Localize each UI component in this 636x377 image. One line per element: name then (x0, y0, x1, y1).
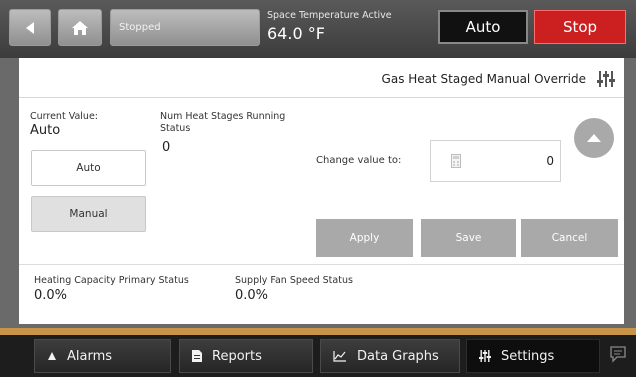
home-icon (72, 20, 88, 35)
unit-status-indicator[interactable]: Stopped (110, 9, 260, 46)
nav-tab-data-graphs[interactable]: Data Graphs (320, 339, 460, 373)
current-value-label: Current Value: (30, 111, 98, 122)
alarm-bell-icon (48, 352, 56, 360)
num-heat-stages-label: Num Heat Stages Running Status (160, 111, 285, 135)
chat-bubble-icon[interactable] (609, 345, 627, 363)
heating-capacity-label: Heating Capacity Primary Status (34, 275, 189, 286)
num-heat-stages-label-line1: Num Heat Stages Running (160, 111, 286, 122)
chart-icon (333, 351, 346, 362)
space-temperature-label: Space Temperature Active (267, 10, 392, 21)
calculator-icon[interactable] (451, 154, 461, 168)
heating-capacity-value: 0.0% (34, 288, 68, 303)
change-value-text: 0 (546, 154, 554, 168)
cancel-button[interactable]: Cancel (521, 219, 618, 257)
save-button[interactable]: Save (421, 219, 516, 257)
nav-tab-settings-label: Settings (501, 348, 555, 364)
accent-strip (0, 328, 636, 335)
nav-tab-alarms[interactable]: Alarms (34, 339, 171, 373)
num-heat-stages-label-line2: Status (160, 123, 191, 134)
chevron-up-icon (587, 134, 601, 142)
current-value: Auto (30, 123, 61, 138)
increment-button[interactable] (574, 118, 614, 158)
num-heat-stages-value: 0 (162, 140, 171, 155)
back-button[interactable] (9, 9, 51, 46)
stop-button[interactable]: Stop (534, 10, 626, 44)
home-button[interactable] (58, 9, 102, 46)
section-divider (19, 264, 624, 265)
back-arrow-icon (26, 21, 34, 34)
auto-button[interactable]: Auto (31, 150, 146, 186)
override-panel: Gas Heat Staged Manual Override Current … (19, 58, 624, 324)
manual-button[interactable]: Manual (31, 196, 146, 232)
nav-tab-alarms-label: Alarms (67, 348, 113, 364)
page-title: Gas Heat Staged Manual Override (381, 72, 586, 86)
nav-tab-settings[interactable]: Settings (466, 339, 600, 373)
nav-tab-data-graphs-label: Data Graphs (357, 348, 439, 364)
unit-status-text: Stopped (119, 22, 161, 33)
apply-button[interactable]: Apply (316, 219, 413, 257)
sliders-icon (479, 350, 491, 362)
supply-fan-label: Supply Fan Speed Status (235, 275, 353, 286)
panel-header: Gas Heat Staged Manual Override (19, 58, 624, 98)
top-bar: Stopped Space Temperature Active 64.0 °F… (0, 0, 636, 58)
auto-mode-button[interactable]: Auto (438, 10, 528, 44)
sliders-icon[interactable] (596, 70, 616, 88)
supply-fan-value: 0.0% (235, 288, 269, 303)
nav-tab-reports[interactable]: Reports (179, 339, 313, 373)
nav-tab-reports-label: Reports (212, 348, 262, 364)
change-value-label: Change value to: (316, 155, 402, 166)
document-icon (192, 350, 202, 362)
change-value-input[interactable]: 0 (430, 140, 561, 182)
bottom-nav: Alarms Reports Data Graphs Settings (0, 335, 636, 377)
space-temperature-value: 64.0 °F (267, 24, 325, 43)
